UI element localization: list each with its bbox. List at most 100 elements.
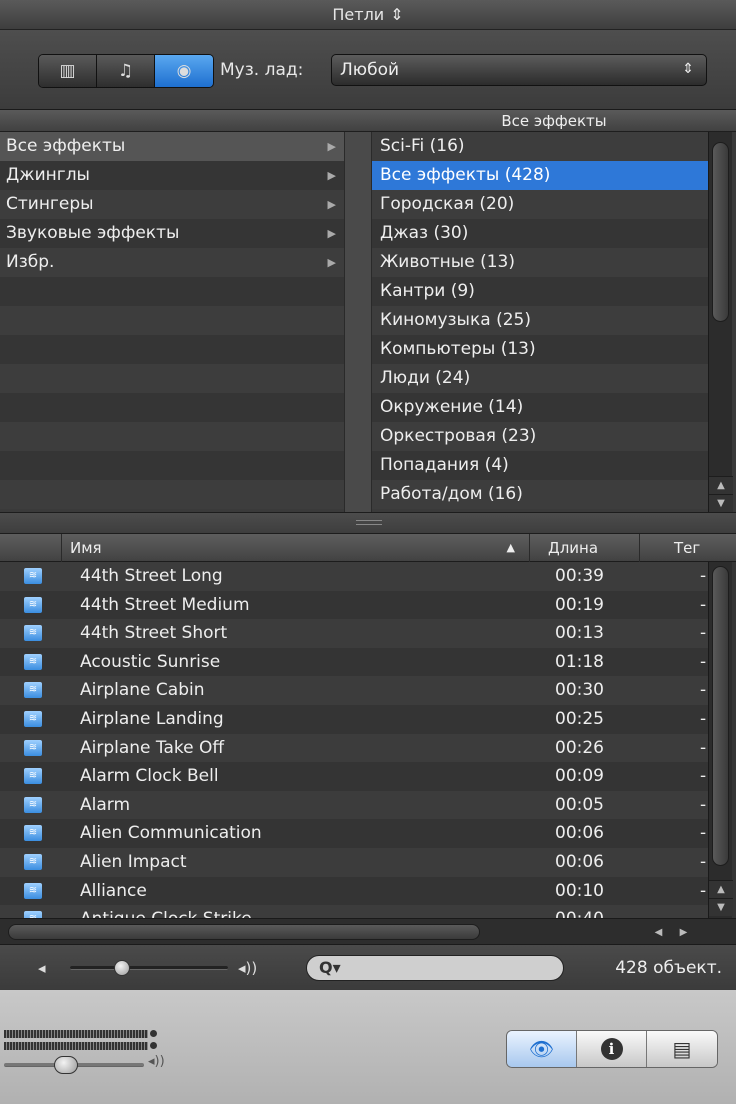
scale-select[interactable]: Любой ⇕ bbox=[331, 54, 707, 86]
table-row[interactable]: ≋ Alliance 00:10 - bbox=[0, 876, 708, 906]
category-item-sound-effects[interactable]: Звуковые эффекты ▶ bbox=[0, 219, 344, 248]
horizontal-scrollbar[interactable]: ◀ ▶ bbox=[0, 918, 736, 944]
waveform-icon: ≋ bbox=[24, 739, 42, 756]
podcast-icon: ◉ bbox=[176, 61, 192, 81]
loop-length: 00:19 bbox=[555, 594, 604, 615]
table-row[interactable]: ≋ 44th Street Long 00:39 - bbox=[0, 562, 708, 591]
icon-column-header bbox=[0, 534, 62, 562]
show-eye-button[interactable]: 👁 bbox=[507, 1031, 577, 1067]
category-label: Стингеры bbox=[6, 194, 94, 214]
category-item-favorites[interactable]: Избр. ▶ bbox=[0, 248, 344, 277]
table-body: ≋ 44th Street Long 00:39 - ≋ 44th Street Med… bbox=[0, 562, 708, 932]
columns-icon: ▥ bbox=[59, 61, 76, 81]
scrollbar-thumb[interactable] bbox=[712, 566, 729, 866]
tempo-column-header[interactable]: Тег bbox=[640, 534, 736, 562]
subcategory-item[interactable]: Оркестровая (23) bbox=[372, 422, 708, 451]
browser-footer: ◂ ◂)) Q▾ 428 объект. bbox=[0, 944, 736, 990]
loop-name: Airplane Landing bbox=[80, 708, 224, 729]
master-volume-knob[interactable] bbox=[54, 1056, 78, 1074]
loop-length: 00:26 bbox=[555, 737, 604, 758]
result-count: 428 объект. bbox=[615, 958, 722, 978]
podcast-view-button[interactable]: ◉ bbox=[155, 55, 213, 87]
column-divider[interactable] bbox=[344, 132, 372, 512]
level-meter-right bbox=[4, 1042, 148, 1050]
loop-length: 00:13 bbox=[555, 623, 604, 644]
results-scrollbar[interactable]: ▲ ▼ bbox=[708, 562, 733, 918]
subcategory-item[interactable]: Джаз (30) bbox=[372, 219, 708, 248]
scroll-up-arrow-icon[interactable]: ▲ bbox=[709, 880, 733, 898]
subcategory-item[interactable]: Кантри (9) bbox=[372, 277, 708, 306]
table-row[interactable]: ≋ 44th Street Medium 00:19 - bbox=[0, 590, 708, 620]
table-row[interactable]: ≋ Alarm 00:05 - bbox=[0, 790, 708, 820]
scale-label: Муз. лад: bbox=[220, 60, 304, 80]
subcategory-item[interactable]: Все эффекты (428) bbox=[372, 161, 708, 190]
name-column-header[interactable]: Имя ▲ bbox=[62, 534, 530, 562]
length-column-header[interactable]: Длина bbox=[530, 534, 640, 562]
subcategory-item[interactable]: Компьютеры (13) bbox=[372, 335, 708, 364]
preview-volume-knob[interactable] bbox=[114, 960, 131, 976]
waveform-icon: ≋ bbox=[24, 796, 42, 813]
scroll-down-arrow-icon[interactable]: ▼ bbox=[709, 898, 733, 916]
info-button[interactable]: ℹ bbox=[577, 1031, 647, 1067]
table-row[interactable]: ≋ Alarm Clock Bell 00:09 - bbox=[0, 762, 708, 791]
horizontal-scroll-arrows[interactable]: ◀ ▶ bbox=[646, 923, 696, 941]
eye-icon: 👁 bbox=[528, 1037, 555, 1061]
preview-volume-slider[interactable] bbox=[70, 966, 228, 970]
subcategory-item[interactable]: Животные (13) bbox=[372, 248, 708, 277]
scroll-up-arrow-icon[interactable]: ▲ bbox=[709, 476, 733, 494]
scroll-down-arrow-icon[interactable]: ▼ bbox=[709, 494, 733, 512]
subcategory-item[interactable]: Sci-Fi (16) bbox=[372, 132, 708, 161]
category-column-header bbox=[0, 110, 372, 132]
window-title-bar[interactable]: Петли ⇕ bbox=[0, 0, 736, 30]
music-view-button[interactable]: ♫ bbox=[97, 55, 155, 87]
subcategory-item[interactable]: Городская (20) bbox=[372, 190, 708, 219]
empty-row bbox=[0, 451, 344, 480]
browser-toggle-segmented: 👁 ℹ ▤ bbox=[506, 1030, 718, 1068]
waveform-icon: ≋ bbox=[24, 568, 42, 584]
category-item-jingles[interactable]: Джинглы ▶ bbox=[0, 161, 344, 190]
view-mode-segmented-control: ▥ ♫ ◉ bbox=[38, 54, 214, 88]
subcategory-column-header: Все эффекты bbox=[372, 110, 736, 132]
subcategory-item[interactable]: Работа/дом (16) bbox=[372, 480, 708, 509]
grip-icon bbox=[356, 520, 382, 525]
table-row[interactable]: ≋ Alien Communication 00:06 - bbox=[0, 819, 708, 848]
category-label: Избр. bbox=[6, 252, 55, 272]
loop-length: 00:05 bbox=[555, 794, 604, 815]
table-row[interactable]: ≋ 44th Street Short 00:13 - bbox=[0, 619, 708, 648]
window-title: Петли bbox=[332, 5, 385, 24]
subcategory-scrollbar[interactable]: ▲ ▼ bbox=[708, 132, 733, 512]
scale-select-value: Любой bbox=[340, 60, 400, 80]
subcategory-item[interactable]: Попадания (4) bbox=[372, 451, 708, 480]
table-row[interactable]: ≋ Alien Impact 00:06 - bbox=[0, 847, 708, 877]
scroll-right-arrow-icon[interactable]: ▶ bbox=[680, 927, 688, 938]
category-item-stingers[interactable]: Стингеры ▶ bbox=[0, 190, 344, 219]
loop-name: Alarm Clock Bell bbox=[80, 766, 219, 787]
horizontal-scrollbar-thumb[interactable] bbox=[8, 924, 480, 940]
media-button[interactable]: ▤ bbox=[647, 1031, 717, 1067]
subcategory-item[interactable]: Люди (24) bbox=[372, 364, 708, 393]
table-row[interactable]: ≋ Airplane Landing 00:25 - bbox=[0, 704, 708, 734]
loop-results-table: Имя ▲ Длина Тег ≋ 44th Street Long 00:39 - … bbox=[0, 534, 736, 932]
scrollbar-thumb[interactable] bbox=[712, 142, 729, 322]
waveform-icon: ≋ bbox=[24, 653, 42, 670]
table-row[interactable]: ≋ Acoustic Sunrise 01:18 - bbox=[0, 647, 708, 677]
category-item-all-effects[interactable]: Все эффекты ▶ bbox=[0, 132, 344, 161]
table-row[interactable]: ≋ Airplane Take Off 00:26 - bbox=[0, 733, 708, 763]
level-meter-left bbox=[4, 1030, 148, 1038]
loop-tempo: - bbox=[700, 766, 707, 787]
loop-controls: ▥ ♫ ◉ Муз. лад: Любой ⇕ bbox=[0, 30, 736, 110]
subcategory-item[interactable]: Киномузыка (25) bbox=[372, 306, 708, 335]
loop-tempo: - bbox=[700, 708, 707, 729]
column-view-button[interactable]: ▥ bbox=[39, 55, 97, 87]
search-input[interactable]: Q▾ bbox=[306, 955, 564, 981]
volume-high-icon: ◂)) bbox=[238, 959, 258, 977]
volume-low-icon: ◂ bbox=[38, 959, 46, 977]
category-label: Все эффекты bbox=[6, 136, 126, 156]
scroll-left-arrow-icon[interactable]: ◀ bbox=[655, 927, 663, 938]
pane-splitter[interactable] bbox=[0, 512, 736, 534]
table-row[interactable]: ≋ Airplane Cabin 00:30 - bbox=[0, 676, 708, 705]
disclosure-arrow-icon: ▶ bbox=[327, 198, 336, 211]
meter-indicator bbox=[150, 1042, 157, 1049]
subcategory-item[interactable]: Окружение (14) bbox=[372, 393, 708, 422]
name-column-label: Имя bbox=[70, 539, 102, 557]
